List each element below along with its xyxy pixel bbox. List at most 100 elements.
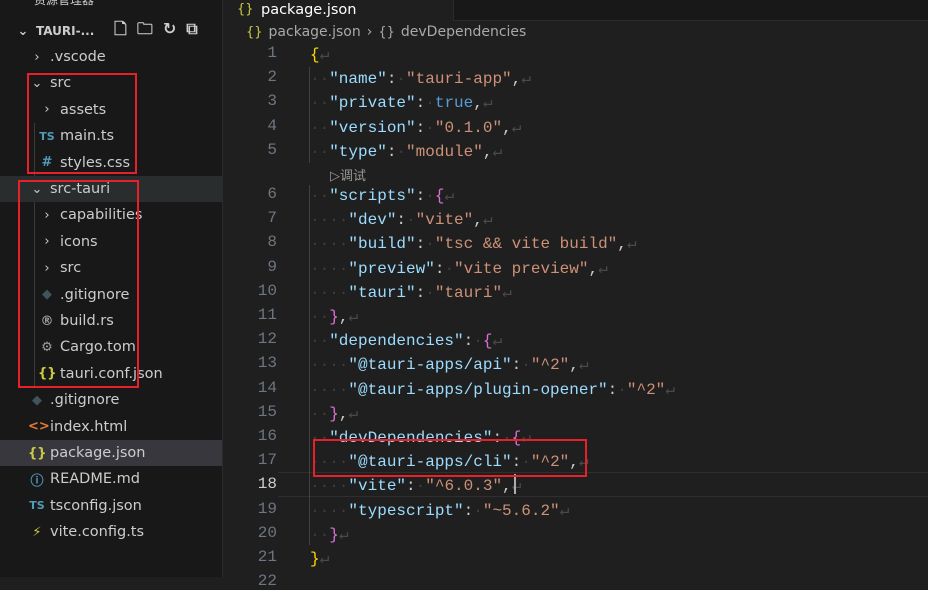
collapse-all-icon[interactable]: ⧉ bbox=[186, 19, 197, 38]
item-label: tauri.conf.json bbox=[60, 365, 163, 382]
token-ws: · bbox=[396, 70, 407, 89]
token-key: "dev" bbox=[348, 211, 397, 230]
folder-assets[interactable]: › assets bbox=[0, 97, 222, 123]
token-p: , bbox=[502, 477, 512, 496]
line-number: 6 bbox=[267, 185, 277, 203]
token-p: , bbox=[338, 404, 349, 423]
token-key: "typescript" bbox=[348, 501, 464, 520]
end-of-line-icon: ↵ bbox=[492, 332, 503, 351]
token-p: , bbox=[569, 356, 579, 375]
code-line[interactable]: ····"tauri":·"tauri"↵ bbox=[310, 282, 512, 302]
code-line[interactable]: ····"preview":·"vite preview",↵ bbox=[310, 258, 608, 278]
token-ws: ···· bbox=[310, 283, 349, 302]
code-line[interactable]: ··"version":·"0.1.0",↵ bbox=[310, 117, 521, 137]
token-ws: · bbox=[473, 501, 483, 520]
end-of-line-icon: ↵ bbox=[482, 94, 493, 113]
breadcrumb-file[interactable]: package.json bbox=[269, 24, 361, 40]
token-b2: { bbox=[434, 187, 445, 205]
code-line[interactable]: ····"@tauri-apps/plugin-opener":·"^2"↵ bbox=[310, 379, 675, 399]
token-p: : bbox=[492, 429, 503, 447]
token-ws: ···· bbox=[310, 477, 349, 496]
token-p: , bbox=[569, 453, 579, 472]
breadcrumb-symbol[interactable]: devDependencies bbox=[401, 24, 526, 40]
line-number: 2 bbox=[267, 68, 277, 87]
token-key: "vite" bbox=[348, 477, 407, 496]
end-of-line-icon: ↵ bbox=[578, 453, 589, 472]
token-key: "devDependencies" bbox=[329, 429, 493, 447]
code-line[interactable]: ··"name":·"tauri-app",↵ bbox=[310, 68, 531, 88]
json-icon: {} bbox=[28, 445, 47, 461]
token-p: : bbox=[396, 211, 407, 230]
rust-icon: ® bbox=[40, 313, 54, 329]
end-of-line-icon: ↵ bbox=[319, 46, 330, 64]
code-line[interactable]: ····"@tauri-apps/api":·"^2",↵ bbox=[310, 354, 589, 374]
debug-codelens[interactable]: ▷调试 bbox=[330, 165, 366, 184]
code-line[interactable]: ··}↵ bbox=[310, 524, 348, 544]
token-p: , bbox=[502, 118, 512, 137]
token-p: : bbox=[415, 118, 426, 137]
info-icon: ⓘ bbox=[30, 473, 44, 489]
code-line[interactable]: ····"@tauri-apps/cli":·"^2",↵ bbox=[310, 451, 589, 471]
code-line[interactable]: }↵ bbox=[310, 548, 329, 568]
json-icon: {} bbox=[237, 2, 254, 17]
item-label: Cargo.toml bbox=[60, 339, 140, 356]
line-number: 10 bbox=[257, 281, 277, 300]
code-line[interactable]: ··"private":·true,↵ bbox=[310, 92, 493, 112]
folder-src-tauri[interactable]: ⌄ src-tauri bbox=[0, 176, 222, 202]
token-ws: ·· bbox=[310, 142, 330, 161]
code-line[interactable]: ··"devDependencies":·{↵ bbox=[310, 427, 531, 447]
tab-package-json[interactable]: {} package.json bbox=[223, 0, 454, 21]
item-label: index.html bbox=[50, 418, 128, 435]
html-icon: <> bbox=[28, 419, 50, 435]
line-number: 19 bbox=[257, 499, 277, 518]
code-line[interactable]: ··"scripts":·{↵ bbox=[310, 185, 454, 205]
line-number: 20 bbox=[257, 523, 277, 542]
code-line[interactable]: {↵ bbox=[310, 44, 329, 64]
file-package-json[interactable]: {} package.json bbox=[0, 440, 222, 466]
token-ws: · bbox=[425, 187, 435, 205]
file-readme-md[interactable]: ⓘ README.md bbox=[0, 466, 222, 492]
folder-vscode[interactable]: › .vscode bbox=[0, 44, 222, 70]
item-label: styles.css bbox=[60, 154, 131, 171]
chevron-right-icon: › bbox=[34, 49, 40, 65]
end-of-line-icon: ↵ bbox=[521, 429, 531, 447]
token-ws: · bbox=[425, 94, 435, 113]
token-ws: ·· bbox=[310, 525, 330, 544]
file-tsconfig-json[interactable]: TS tsconfig.json bbox=[0, 493, 222, 519]
token-p: , bbox=[473, 94, 483, 113]
token-key: "@tauri-apps/api" bbox=[348, 356, 512, 375]
token-key: "dependencies" bbox=[329, 332, 464, 351]
token-ws: ···· bbox=[310, 380, 349, 399]
end-of-line-icon: ↵ bbox=[348, 308, 359, 326]
code-line[interactable]: ····"build":·"tsc && vite build",↵ bbox=[310, 233, 637, 253]
token-ws: · bbox=[521, 356, 531, 375]
token-p: : bbox=[415, 187, 426, 205]
token-bool: true bbox=[434, 94, 474, 113]
chevron-down-icon: ⌄ bbox=[17, 23, 29, 39]
item-label: .vscode bbox=[50, 49, 106, 65]
refresh-icon[interactable]: ↻ bbox=[163, 19, 176, 38]
item-label: main.ts bbox=[60, 128, 115, 145]
code-line[interactable]: ····"typescript":·"~5.6.2"↵ bbox=[310, 500, 569, 520]
token-ws: ·· bbox=[310, 187, 330, 205]
code-line[interactable]: ····"dev":·"vite",↵ bbox=[310, 209, 493, 229]
project-header[interactable]: ⌄ TAURI-... 🗋 🗀 ↻ ⧉ bbox=[0, 18, 222, 44]
code-line[interactable]: ··},↵ bbox=[310, 403, 358, 423]
token-p: : bbox=[463, 332, 474, 351]
new-folder-icon[interactable]: 🗀 bbox=[137, 19, 153, 38]
token-ws: ···· bbox=[310, 356, 349, 375]
token-str: "^2" bbox=[530, 356, 570, 375]
file-vite-config-ts[interactable]: ⚡ vite.config.ts bbox=[0, 519, 222, 545]
code-line[interactable]: ····"vite":·"^6.0.3",↵ bbox=[310, 475, 521, 495]
file-index-html[interactable]: <> index.html bbox=[0, 414, 222, 440]
line-number: 15 bbox=[257, 402, 277, 421]
code-line[interactable]: ··"type":·"module",↵ bbox=[310, 141, 502, 161]
code-line[interactable]: ··"dependencies":·{↵ bbox=[310, 330, 502, 350]
file-gitignore[interactable]: ◆ .gitignore bbox=[0, 387, 222, 413]
code-line[interactable]: ··},↵ bbox=[310, 306, 358, 326]
folder-src[interactable]: ⌄ src bbox=[0, 70, 222, 96]
token-p: : bbox=[415, 235, 426, 254]
item-label: src bbox=[50, 75, 72, 92]
token-ws: ···· bbox=[310, 453, 349, 472]
new-file-icon[interactable]: 🗋 bbox=[114, 19, 127, 38]
